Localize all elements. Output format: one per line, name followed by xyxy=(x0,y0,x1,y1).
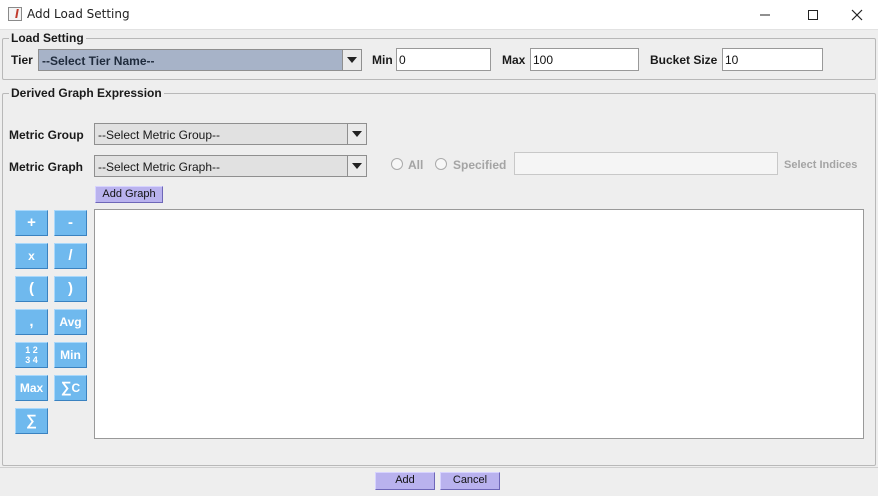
sum-count-letter: C xyxy=(71,381,81,395)
open-paren-button[interactable]: ( xyxy=(15,276,48,302)
indices-input[interactable] xyxy=(514,152,778,175)
metric-group-value: --Select Metric Group-- xyxy=(98,128,221,142)
comma-button[interactable]: , xyxy=(15,309,48,335)
sigma-icon: ∑ xyxy=(60,379,72,396)
min-label: Min xyxy=(372,53,393,67)
metric-graph-value: --Select Metric Graph-- xyxy=(98,160,221,174)
sum-button[interactable]: ∑ xyxy=(15,408,48,434)
maximize-icon xyxy=(808,10,818,20)
all-radio-label: All xyxy=(408,158,424,172)
min-input[interactable] xyxy=(396,48,491,71)
metric-graph-select[interactable]: --Select Metric Graph-- xyxy=(94,155,367,177)
max-input[interactable] xyxy=(530,48,639,71)
tier-select-value: --Select Tier Name-- xyxy=(42,54,155,68)
sum-count-button[interactable]: ∑C xyxy=(54,375,87,401)
fraction-top-digits: 1 2 xyxy=(25,345,38,355)
all-radio[interactable] xyxy=(391,158,403,170)
chevron-down-icon[interactable] xyxy=(342,50,361,70)
chevron-down-icon[interactable] xyxy=(347,124,366,144)
fraction-button[interactable]: 1 2 3 4 xyxy=(15,342,48,368)
close-paren-button[interactable]: ) xyxy=(54,276,87,302)
specified-radio-label: Specified xyxy=(453,158,507,172)
specified-radio[interactable] xyxy=(435,158,447,170)
derived-graph-legend: Derived Graph Expression xyxy=(9,86,164,100)
multiply-button[interactable]: x xyxy=(15,243,48,269)
fraction-bottom-digits: 3 4 xyxy=(25,355,38,365)
minus-button[interactable]: - xyxy=(54,210,87,236)
footer-divider xyxy=(0,467,878,468)
window-title: Add Load Setting xyxy=(27,7,130,21)
max-button[interactable]: Max xyxy=(15,375,48,401)
divide-button[interactable]: / xyxy=(54,243,87,269)
bucket-size-label: Bucket Size xyxy=(650,53,718,67)
avg-button[interactable]: Avg xyxy=(54,309,87,335)
tier-select[interactable]: --Select Tier Name-- xyxy=(38,49,362,71)
metric-group-select[interactable]: --Select Metric Group-- xyxy=(94,123,367,145)
expression-area[interactable] xyxy=(94,209,864,439)
java-app-icon xyxy=(8,7,22,21)
metric-graph-label: Metric Graph xyxy=(9,160,84,174)
load-setting-legend: Load Setting xyxy=(9,31,86,45)
close-icon xyxy=(851,9,863,21)
chevron-down-icon[interactable] xyxy=(347,156,366,176)
sigma-icon: ∑ xyxy=(26,412,37,429)
cancel-button[interactable]: Cancel xyxy=(440,472,500,490)
title-bar: Add Load Setting xyxy=(0,0,878,30)
max-label: Max xyxy=(502,53,526,67)
maximize-button[interactable] xyxy=(790,0,836,30)
close-button[interactable] xyxy=(834,0,878,30)
minimize-button[interactable] xyxy=(742,0,788,30)
bucket-size-input[interactable] xyxy=(722,48,823,71)
add-button[interactable]: Add xyxy=(375,472,435,490)
plus-button[interactable]: + xyxy=(15,210,48,236)
tier-label: Tier xyxy=(11,53,33,67)
add-graph-button[interactable]: Add Graph xyxy=(95,186,163,203)
minimize-icon xyxy=(760,14,770,16)
min-button[interactable]: Min xyxy=(54,342,87,368)
metric-group-label: Metric Group xyxy=(9,128,84,142)
select-indices-label: Select Indices xyxy=(784,159,858,171)
